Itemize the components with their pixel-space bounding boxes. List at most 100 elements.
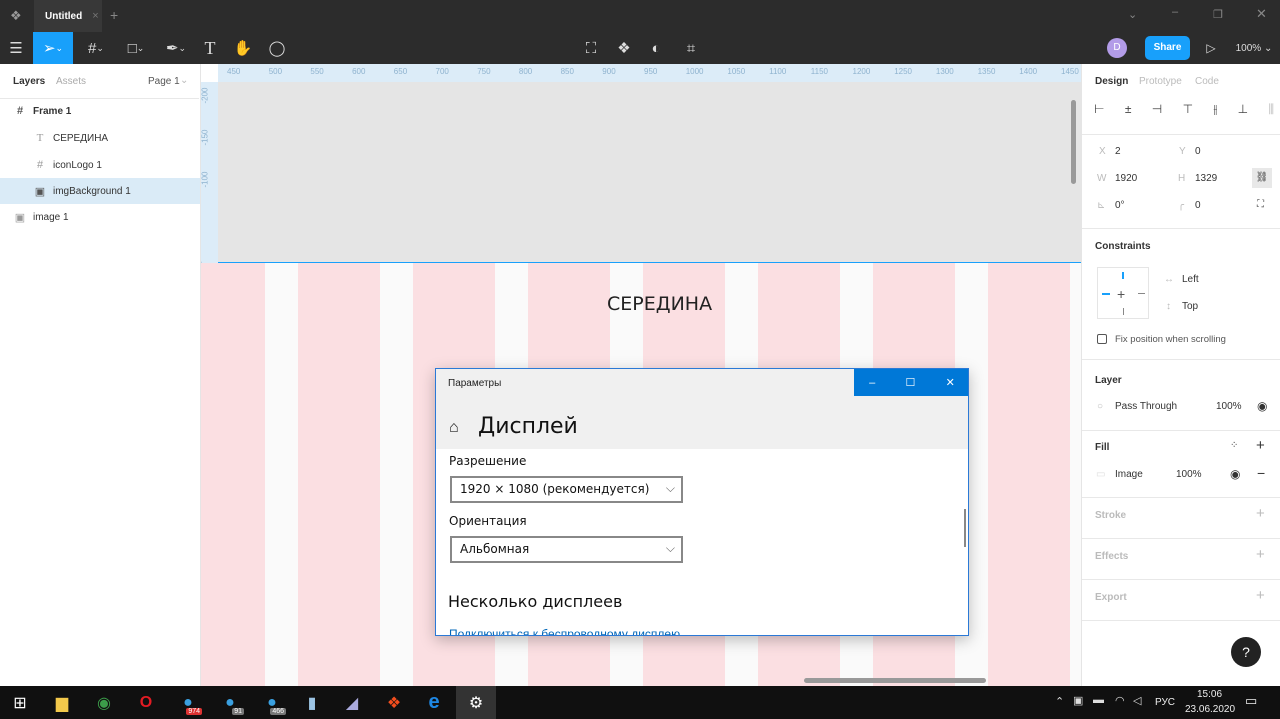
volume-icon[interactable]: ◁ — [1133, 694, 1141, 707]
add-stroke-icon[interactable]: + — [1256, 505, 1265, 522]
tab-prototype[interactable]: Prototype — [1139, 76, 1182, 87]
close-icon[interactable]: ✕ — [946, 376, 955, 389]
vertical-scrollbar[interactable] — [1071, 100, 1076, 184]
remove-fill-icon[interactable]: − — [1257, 465, 1265, 481]
restore-icon[interactable]: ❐ — [1213, 8, 1223, 21]
avatar[interactable]: D — [1107, 38, 1127, 58]
pen-tool-icon[interactable]: ✒ ⌄ — [160, 32, 192, 64]
clock-date[interactable]: 23.06.2020 — [1185, 704, 1235, 715]
chrome-icon[interactable]: ◉ — [84, 686, 124, 719]
x-input[interactable]: 2 — [1115, 146, 1121, 157]
align-top-icon[interactable]: ⊤ — [1183, 102, 1193, 117]
edge-icon[interactable]: e — [414, 686, 454, 719]
align-left-icon[interactable]: ⊢ — [1094, 102, 1104, 117]
fill-opacity-input[interactable]: 100% — [1176, 469, 1202, 480]
settings-icon[interactable]: ⚙ — [456, 686, 496, 719]
play-icon[interactable]: ▷ — [1202, 32, 1220, 64]
boolean-icon[interactable]: ◐ — [645, 32, 667, 64]
tray-icon[interactable]: ▣ — [1073, 694, 1083, 707]
file-explorer-icon[interactable]: ▆ — [42, 686, 82, 719]
tab-layers[interactable]: Layers — [13, 76, 45, 87]
add-effect-icon[interactable]: + — [1256, 546, 1265, 563]
minimize-icon[interactable]: – — [869, 377, 875, 389]
resolution-select[interactable]: 1920 × 1080 (рекомендуется) ⌵ — [450, 476, 683, 503]
component-icon[interactable]: ⛶ — [580, 32, 602, 64]
minimize-icon[interactable]: – — [1172, 6, 1178, 18]
page-selector[interactable]: Page 1 — [148, 76, 180, 87]
clock-time[interactable]: 15:06 — [1197, 689, 1222, 700]
layer-iconlogo[interactable]: # iconLogo 1 — [0, 152, 200, 178]
styles-icon[interactable]: ⁘ — [1230, 440, 1238, 451]
radius-input[interactable]: 0 — [1195, 200, 1201, 211]
home-icon[interactable]: ⌂ — [449, 419, 459, 437]
start-button[interactable]: ⊞ — [0, 686, 40, 719]
tab-assets[interactable]: Assets — [56, 76, 86, 87]
y-input[interactable]: 0 — [1195, 146, 1201, 157]
file-tab[interactable]: Untitled × — [34, 0, 102, 32]
chevron-down-icon[interactable]: ⌄ — [1128, 8, 1137, 21]
settings-window[interactable]: Параметры – ☐ ✕ ⌂ Дисплей Разрешение 1920 … — [435, 368, 969, 636]
layer-opacity-input[interactable]: 100% — [1216, 401, 1242, 412]
help-button[interactable]: ? — [1231, 637, 1261, 667]
new-tab-button[interactable]: + — [110, 7, 118, 23]
horizontal-constraint-select[interactable]: Left — [1182, 274, 1199, 285]
constraints-widget[interactable]: + — [1097, 267, 1149, 319]
layer-frame-1[interactable]: # Frame 1 — [0, 98, 200, 124]
align-center-h-icon[interactable]: ± — [1125, 102, 1132, 117]
layer-imgbackground[interactable]: ▣ imgBackground 1 — [0, 178, 200, 204]
wifi-icon[interactable]: ◠ — [1115, 694, 1125, 707]
layer-image-1[interactable]: ▣ image 1 — [0, 204, 200, 230]
fix-position-checkbox[interactable] — [1097, 334, 1107, 344]
zoom-dropdown[interactable]: 100% ⌄ — [1233, 32, 1275, 64]
tray-chevron-icon[interactable]: ⌃ — [1055, 695, 1064, 708]
figma-icon[interactable]: ❖ — [374, 686, 414, 719]
crop-icon[interactable]: ⌗ — [680, 32, 702, 64]
horizontal-scrollbar[interactable] — [804, 678, 986, 683]
battery-icon[interactable]: ▬ — [1093, 694, 1104, 706]
notepad-alt-icon[interactable]: ◢ — [332, 686, 372, 719]
telegram-icon[interactable]: ● 466 — [252, 686, 292, 719]
rectangle-tool-icon[interactable]: □ ⌄ — [120, 32, 152, 64]
layer-text[interactable]: T СЕРЕДИНА — [0, 125, 200, 151]
notifications-icon[interactable]: ▭ — [1245, 693, 1257, 709]
move-tool-button[interactable]: ➢ ⌄ — [33, 32, 73, 64]
telegram-icon[interactable]: ● 974 — [168, 686, 208, 719]
eye-icon[interactable]: ◉ — [1257, 399, 1267, 413]
vertical-constraint-select[interactable]: Top — [1182, 301, 1198, 312]
window-scrollbar[interactable] — [964, 509, 966, 547]
language-indicator[interactable]: РУС — [1155, 697, 1175, 708]
align-right-icon[interactable]: ⊣ — [1152, 102, 1162, 117]
align-bottom-icon[interactable]: ⊥ — [1238, 102, 1248, 117]
blend-mode-select[interactable]: Pass Through — [1115, 401, 1177, 412]
text-tool-icon[interactable]: T — [200, 32, 220, 64]
add-export-icon[interactable]: + — [1256, 587, 1265, 604]
independent-corners-icon[interactable]: ⛶ — [1257, 199, 1264, 210]
tab-design[interactable]: Design — [1095, 76, 1128, 87]
figma-menu-icon[interactable]: ❖ — [10, 8, 22, 24]
tab-code[interactable]: Code — [1195, 76, 1219, 87]
distribute-icon[interactable]: ⫼ — [1268, 102, 1274, 117]
create-component-icon[interactable]: ❖ — [613, 32, 635, 64]
align-middle-icon[interactable]: ⫲ — [1213, 102, 1217, 117]
maximize-icon[interactable]: ☐ — [906, 376, 916, 389]
notepad-icon[interactable]: ▮ — [292, 686, 332, 719]
orientation-select[interactable]: Альбомная ⌵ — [450, 536, 683, 563]
hand-tool-icon[interactable]: ✋ — [232, 32, 254, 64]
rotation-input[interactable]: 0° — [1115, 200, 1125, 211]
width-input[interactable]: 1920 — [1115, 173, 1137, 184]
fill-type[interactable]: Image — [1115, 469, 1143, 480]
close-window-icon[interactable]: ✕ — [1256, 6, 1267, 22]
height-input[interactable]: 1329 — [1195, 173, 1217, 184]
image-swatch-icon[interactable]: ▭ — [1096, 469, 1105, 480]
eye-icon[interactable]: ◉ — [1230, 467, 1240, 481]
telegram-icon[interactable]: ● 91 — [210, 686, 250, 719]
wireless-display-link[interactable]: Подключиться к беспроводному дисплею — [449, 627, 680, 635]
menu-icon[interactable]: ☰ — [4, 32, 28, 64]
close-tab-icon[interactable]: × — [92, 10, 98, 22]
frame-tool-icon[interactable]: # ⌄ — [80, 32, 112, 64]
constrain-proportions-icon[interactable]: ⛓ — [1252, 168, 1272, 188]
comment-tool-icon[interactable]: ◯ — [266, 32, 288, 64]
share-button[interactable]: Share — [1145, 36, 1190, 60]
opera-icon[interactable]: O — [126, 686, 166, 719]
frame-title-text[interactable]: СЕРЕДИНА — [607, 293, 712, 315]
